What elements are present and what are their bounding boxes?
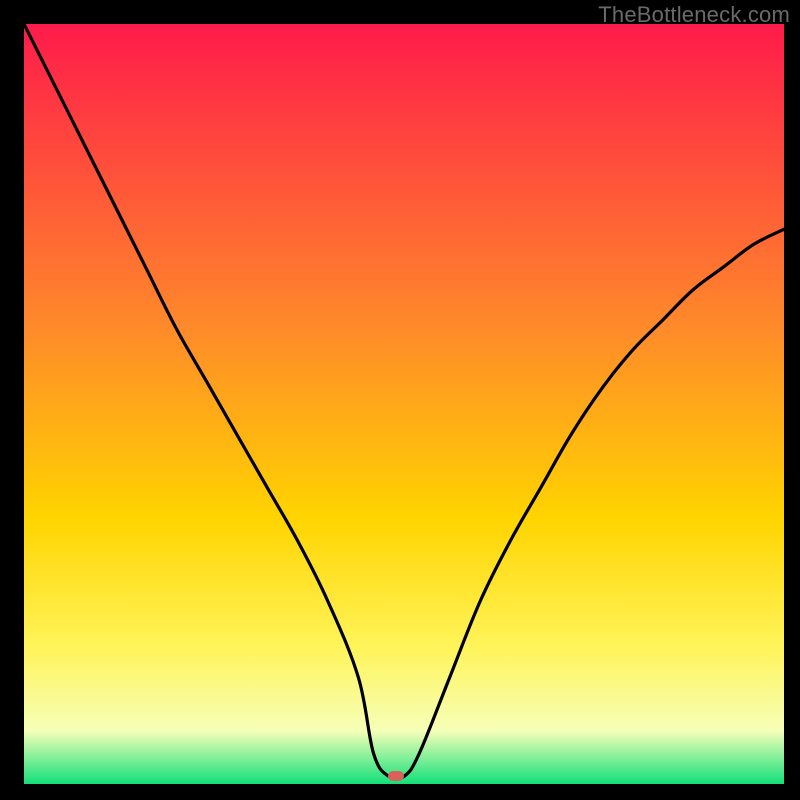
plot-area: [24, 24, 784, 784]
optimal-point-marker: [388, 771, 404, 781]
chart-stage: TheBottleneck.com: [0, 0, 800, 800]
bottleneck-curve: [24, 24, 784, 784]
